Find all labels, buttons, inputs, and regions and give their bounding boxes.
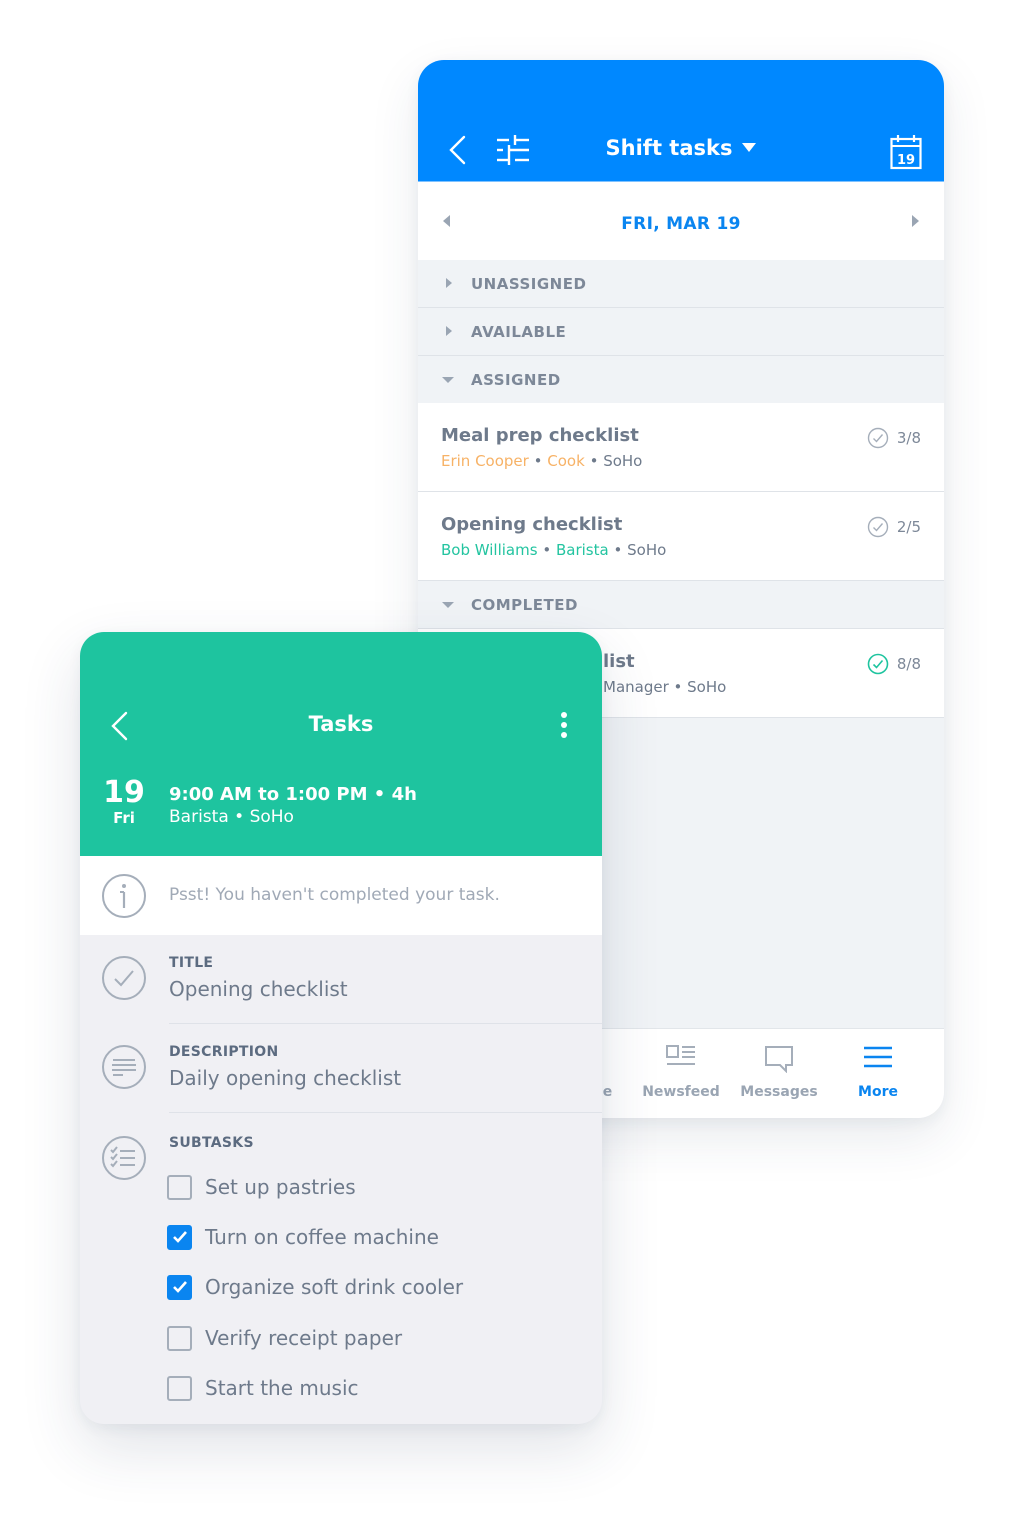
subtask-item[interactable]: Verify receipt paper bbox=[167, 1325, 402, 1351]
task-progress: 8/8 bbox=[867, 653, 921, 675]
subtask-label: Organize soft drink cooler bbox=[205, 1275, 464, 1299]
separator: • bbox=[589, 452, 599, 470]
message-icon bbox=[764, 1045, 794, 1077]
separator: • bbox=[533, 452, 543, 470]
progress-count: 8/8 bbox=[896, 655, 921, 673]
incomplete-task-alert: Psst! You haven't completed your task. bbox=[80, 856, 602, 935]
subtask-item[interactable]: Start the music bbox=[167, 1375, 359, 1401]
nav-messages[interactable]: Messages bbox=[729, 1029, 829, 1118]
shift-role-location: Barista • SoHo bbox=[169, 807, 294, 827]
description-field: DESCRIPTION Daily opening checklist bbox=[80, 1024, 602, 1113]
checkmark-icon bbox=[172, 1231, 187, 1243]
subtasks-field: SUBTASKS Set up pastries Turn on coffee … bbox=[80, 1113, 602, 1424]
subtask-item[interactable]: Organize soft drink cooler bbox=[167, 1274, 463, 1300]
shift-date: 19 Fri bbox=[102, 775, 146, 828]
task-subtitle: Manager • SoHo bbox=[603, 678, 727, 696]
checkbox[interactable] bbox=[167, 1224, 192, 1250]
menu-icon bbox=[863, 1045, 893, 1073]
section-completed[interactable]: COMPLETED bbox=[418, 581, 944, 629]
check-circle-icon bbox=[867, 427, 889, 449]
task-role: Barista bbox=[555, 541, 609, 559]
kebab-menu-icon[interactable] bbox=[560, 711, 568, 743]
description-icon bbox=[101, 1044, 147, 1094]
subtask-label: Set up pastries bbox=[205, 1175, 356, 1199]
triangle-right-icon bbox=[446, 326, 452, 336]
nav-label: More bbox=[858, 1084, 898, 1100]
calendar-icon[interactable]: 19 bbox=[890, 134, 922, 174]
alert-text: Psst! You haven't completed your task. bbox=[169, 885, 500, 905]
page-title: Shift tasks bbox=[605, 136, 733, 160]
section-label: ASSIGNED bbox=[471, 371, 561, 389]
caret-down-icon bbox=[742, 142, 757, 152]
task-progress: 2/5 bbox=[867, 516, 921, 538]
field-value[interactable]: Opening checklist bbox=[169, 977, 348, 1001]
checkmark-icon bbox=[172, 1281, 187, 1293]
subtask-label: Turn on coffee machine bbox=[205, 1225, 439, 1249]
subtask-label: Verify receipt paper bbox=[205, 1326, 403, 1350]
task-row[interactable]: Opening checklist Bob Williams • Barista… bbox=[418, 492, 944, 581]
check-circle-icon bbox=[101, 955, 147, 1005]
checkbox[interactable] bbox=[167, 1325, 192, 1351]
triangle-right-icon[interactable] bbox=[912, 215, 919, 227]
separator: • bbox=[542, 541, 552, 559]
check-circle-icon bbox=[867, 653, 889, 675]
shift-day-number: 19 bbox=[103, 775, 145, 810]
subtask-item[interactable]: Set up pastries bbox=[167, 1174, 356, 1200]
newsfeed-icon bbox=[666, 1045, 696, 1071]
nav-label: Newsfeed bbox=[642, 1084, 720, 1100]
progress-count: 2/5 bbox=[896, 518, 921, 536]
checkbox[interactable] bbox=[167, 1174, 192, 1200]
page-title: Tasks bbox=[308, 712, 374, 736]
section-assigned[interactable]: ASSIGNED bbox=[418, 356, 944, 404]
task-detail-header: Tasks 19 Fri 9:00 AM to 1:00 PM • 4h Bar… bbox=[80, 632, 602, 856]
shift-day-of-week: Fri bbox=[113, 809, 135, 827]
subtask-label: Start the music bbox=[205, 1376, 359, 1400]
task-subtitle: Bob Williams • Barista • SoHo bbox=[441, 541, 666, 559]
shift-tasks-title-dropdown[interactable]: Shift tasks bbox=[418, 136, 944, 160]
section-label: AVAILABLE bbox=[471, 323, 567, 341]
checklist-icon bbox=[101, 1135, 147, 1185]
triangle-down-icon bbox=[442, 377, 454, 383]
section-label: COMPLETED bbox=[471, 596, 578, 614]
task-detail-screen: Tasks 19 Fri 9:00 AM to 1:00 PM • 4h Bar… bbox=[80, 632, 602, 1424]
checkbox[interactable] bbox=[167, 1375, 192, 1401]
task-title: Opening checklist bbox=[441, 514, 623, 535]
task-title: list bbox=[603, 651, 635, 672]
task-role: Cook bbox=[547, 452, 585, 470]
shift-time: 9:00 AM to 1:00 PM • 4h bbox=[169, 784, 417, 805]
task-row[interactable]: Meal prep checklist Erin Cooper • Cook •… bbox=[418, 403, 944, 492]
task-progress: 3/8 bbox=[867, 427, 921, 449]
info-icon bbox=[101, 873, 147, 923]
section-unassigned[interactable]: UNASSIGNED bbox=[418, 260, 944, 308]
triangle-right-icon bbox=[446, 278, 452, 288]
nav-newsfeed[interactable]: Newsfeed bbox=[631, 1029, 731, 1118]
checkbox[interactable] bbox=[167, 1274, 192, 1300]
field-label: DESCRIPTION bbox=[169, 1044, 279, 1060]
nav-label: Messages bbox=[740, 1084, 818, 1100]
progress-count: 3/8 bbox=[896, 429, 921, 447]
title-field: TITLE Opening checklist bbox=[80, 935, 602, 1024]
field-label: TITLE bbox=[169, 955, 214, 971]
check-circle-icon bbox=[867, 516, 889, 538]
field-label: SUBTASKS bbox=[169, 1135, 254, 1151]
date-navigator: FRI, MAR 19 bbox=[418, 181, 944, 260]
nav-more[interactable]: More bbox=[828, 1029, 928, 1118]
current-date[interactable]: FRI, MAR 19 bbox=[418, 214, 944, 234]
task-person: Bob Williams bbox=[441, 541, 538, 559]
task-person: Erin Cooper bbox=[441, 452, 529, 470]
task-title: Meal prep checklist bbox=[441, 425, 639, 446]
subtask-item[interactable]: Turn on coffee machine bbox=[167, 1224, 439, 1250]
triangle-down-icon bbox=[442, 602, 454, 608]
task-subtitle: Erin Cooper • Cook • SoHo bbox=[441, 452, 642, 470]
task-location: SoHo bbox=[627, 541, 667, 559]
field-value[interactable]: Daily opening checklist bbox=[169, 1066, 401, 1090]
calendar-day-number: 19 bbox=[897, 153, 915, 168]
shift-tasks-header: Shift tasks 19 bbox=[418, 60, 944, 181]
task-location: SoHo bbox=[603, 452, 643, 470]
section-label: UNASSIGNED bbox=[471, 275, 587, 293]
section-available[interactable]: AVAILABLE bbox=[418, 308, 944, 356]
separator: • bbox=[613, 541, 623, 559]
